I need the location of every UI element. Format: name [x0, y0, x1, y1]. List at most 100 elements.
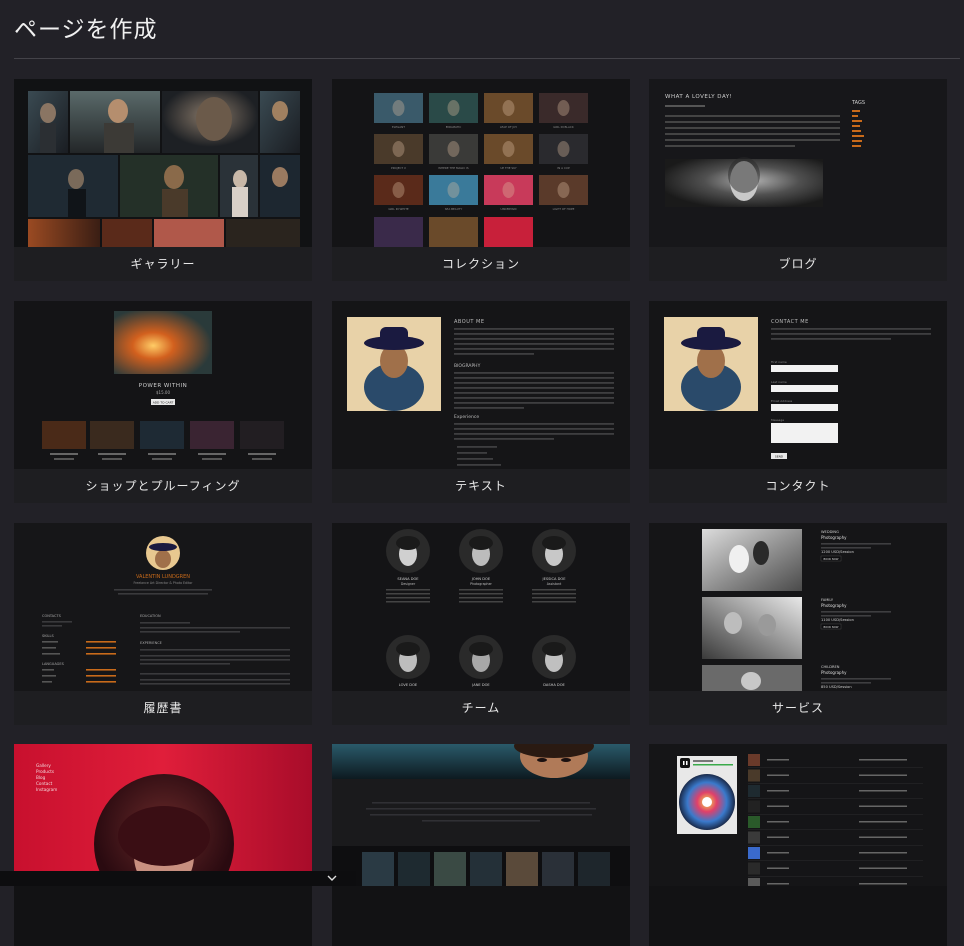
template-card-gallery[interactable]: ギャラリー — [14, 79, 312, 281]
resume-languages-heading: LANGUAGES — [42, 662, 65, 666]
track-row-divider — [748, 845, 923, 846]
template-card-services[interactable]: WEDDING Photography 1200 USD/Session BOO… — [649, 523, 947, 725]
track-cover — [748, 862, 760, 875]
menu-item: Contact — [36, 781, 53, 786]
team-member-name: JESSICA DOE — [542, 577, 567, 581]
team-member-bio-line — [386, 601, 430, 603]
team-member-name: JANE DOE — [471, 683, 490, 687]
team-member-bio-line — [459, 601, 503, 603]
team-member-name: SEANA DOE — [397, 577, 419, 581]
contact-last-name-label: Last name — [771, 380, 787, 384]
template-card-team[interactable]: SEANA DOE Designer JOHN DOE Photographer JES… — [332, 523, 630, 725]
service-book-button: BOOK NOW — [824, 557, 839, 561]
team-member-bio-line — [459, 593, 503, 595]
text-preview: ABOUT ME BIOGRAPHY Experience — [332, 301, 630, 469]
track-row-divider — [748, 798, 923, 799]
service-name: CHILDREN — [821, 665, 840, 669]
service-price: 1100 USD/Session — [821, 618, 854, 622]
template-card-portfolio[interactable]: Gallery Products Blog Contact Instagram — [14, 744, 312, 946]
team-member-bio-line — [532, 593, 576, 595]
track-row-divider — [748, 767, 923, 768]
track-artist-line — [859, 821, 907, 823]
track-title-line — [767, 852, 789, 854]
team-member-bio-line — [386, 597, 430, 599]
team-preview: SEANA DOE Designer JOHN DOE Photographer JES… — [332, 523, 630, 691]
bottom-panel-bar[interactable] — [0, 871, 356, 886]
shop-add-button: ADD TO CART — [153, 401, 174, 405]
team-avatar-hair — [396, 642, 420, 656]
collection-thumb-figure — [557, 182, 570, 198]
collection-thumb-figure — [447, 100, 460, 116]
collection-thumb-figure — [392, 141, 405, 157]
track-artist-line — [859, 805, 907, 807]
template-card-text[interactable]: ABOUT ME BIOGRAPHY Experience テキスト — [332, 301, 630, 503]
contact-send-button: SEND — [775, 455, 784, 459]
track-artist-line — [859, 883, 907, 885]
template-card-music[interactable] — [649, 744, 947, 946]
team-member-role: Designer — [401, 582, 416, 586]
collection-caption: IN A CUP — [557, 166, 570, 170]
template-card-contact[interactable]: CONTACT ME First name Last name Email Ad… — [649, 301, 947, 503]
resume-role: Freelance Art Director & Photo Editor — [134, 581, 194, 585]
resume-preview: VALENTIN LUNDGREN Freelance Art Director… — [14, 523, 312, 691]
template-card-blog[interactable]: WHAT A LOVELY DAY! TAGS ブログ — [649, 79, 947, 281]
service-name: FAMILY — [821, 598, 834, 602]
contact-preview: CONTACT ME First name Last name Email Ad… — [649, 301, 947, 469]
track-title-line — [767, 836, 789, 838]
track-cover — [748, 847, 760, 859]
team-avatar-hair — [469, 642, 493, 656]
text-experience-heading: Experience — [454, 414, 479, 420]
contact-email-label: Email Address — [771, 399, 793, 403]
track-artist-line — [859, 867, 907, 869]
contact-heading: CONTACT ME — [771, 319, 809, 325]
collection-caption: ELEGANT — [392, 125, 405, 129]
track-cover — [748, 769, 760, 782]
collection-caption: WHERE THE MAGIC IS — [438, 166, 469, 170]
text-about-heading: ABOUT ME — [454, 319, 484, 325]
track-title-line — [767, 821, 789, 823]
team-avatar-hair — [469, 536, 493, 550]
team-avatar-hair — [542, 642, 566, 656]
collection-thumb-figure — [447, 182, 460, 198]
service-price: 1200 USD/Session — [821, 550, 854, 554]
contact-first-name-label: First name — [771, 360, 787, 364]
landing-preview — [332, 744, 630, 946]
header-divider — [14, 58, 960, 59]
page-title: ページを作成 — [14, 17, 158, 43]
collection-thumb-figure — [557, 100, 570, 116]
menu-item: Gallery — [36, 763, 51, 768]
collection-caption: PROJECT X — [391, 166, 406, 170]
service-sub: Photography — [821, 535, 847, 540]
team-member-role: Photographer — [470, 582, 492, 586]
shop-product-title: POWER WITHIN — [139, 383, 187, 389]
services-preview: WEDDING Photography 1200 USD/Session BOO… — [649, 523, 947, 691]
collection-thumb-figure — [392, 182, 405, 198]
collection-caption: UNCERTAIN — [501, 207, 517, 211]
template-label: ブログ — [649, 247, 947, 281]
collection-thumb — [484, 217, 533, 247]
team-member-bio-line — [386, 593, 430, 595]
track-artist-line — [859, 759, 907, 761]
template-label: ショップとプルーフィング — [14, 469, 312, 503]
team-member-name: JOHN DOE — [471, 577, 491, 581]
chevron-down-icon[interactable] — [326, 873, 338, 883]
track-cover — [748, 754, 760, 766]
collection-thumb-figure — [447, 141, 460, 157]
resume-skills-heading: SKILLS — [42, 634, 54, 638]
collection-thumb-figure — [392, 100, 405, 116]
blog-tags-title: TAGS — [851, 100, 865, 106]
menu-item: Instagram — [36, 787, 57, 792]
team-member-role: Assistant — [547, 582, 562, 586]
template-card-resume[interactable]: VALENTIN LUNDGREN Freelance Art Director… — [14, 523, 312, 725]
template-card-shop[interactable]: POWER WITHIN $15.00 ADD TO CART ショップとプルー… — [14, 301, 312, 503]
shop-product-price: $15.00 — [156, 390, 170, 395]
track-row-divider — [748, 783, 923, 784]
template-card-collection[interactable]: ELEGANT ENIGMATIC LEAP OF JOY GIRL IN BLACK… — [332, 79, 630, 281]
team-member-bio-line — [532, 597, 576, 599]
template-label: ギャラリー — [14, 247, 312, 281]
template-card-landing[interactable] — [332, 744, 630, 946]
track-title-line — [767, 790, 789, 792]
track-artist-line — [859, 774, 907, 776]
team-member-bio-line — [532, 589, 576, 591]
template-label: コレクション — [332, 247, 630, 281]
